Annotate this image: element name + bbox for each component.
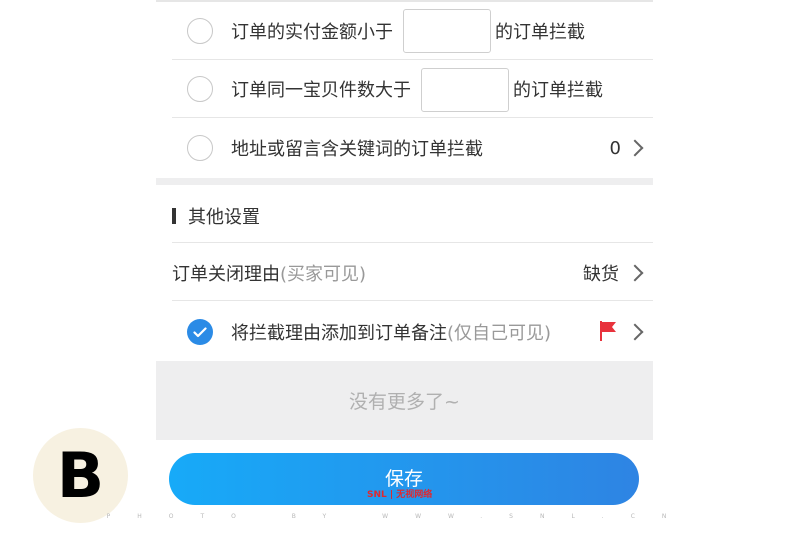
section-bar	[172, 208, 176, 224]
add-note-checkbox[interactable]	[187, 319, 213, 345]
section-title: 其他设置	[188, 207, 260, 228]
rule-quantity-radio[interactable]	[187, 76, 213, 102]
rule-keyword-label: 地址或留言含关键词的订单拦截	[231, 139, 483, 160]
close-reason-value: 缺货	[583, 264, 619, 285]
chevron-right-icon	[626, 139, 644, 157]
photo-credit: PHOTO BY WWW.SNL.CN	[106, 513, 694, 520]
rule-keyword-count: 0	[609, 137, 621, 159]
add-note-label: 将拦截理由添加到订单备注(仅自己可见)	[231, 323, 552, 344]
checkmark-icon	[193, 326, 207, 337]
rule-quantity-prefix: 订单同一宝贝件数大于	[231, 80, 411, 101]
add-note-row[interactable]: 将拦截理由添加到订单备注(仅自己可见)	[156, 301, 653, 361]
section-separator	[156, 178, 653, 185]
rule-keyword-radio[interactable]	[187, 135, 213, 161]
rule-amount-input[interactable]	[403, 9, 491, 53]
rule-quantity-row[interactable]: 订单同一宝贝件数大于 的订单拦截	[156, 60, 653, 118]
rule-amount-prefix: 订单的实付金额小于	[231, 22, 393, 43]
close-reason-label: 订单关闭理由(买家可见)	[172, 264, 367, 285]
no-more-area: 没有更多了~	[156, 361, 653, 440]
flag-icon	[599, 320, 617, 346]
chevron-right-icon	[626, 264, 644, 282]
rule-quantity-suffix: 的订单拦截	[513, 80, 603, 101]
no-more-text: 没有更多了~	[349, 391, 460, 413]
watermark-logo: SNL | 无视网络	[367, 490, 433, 500]
rule-amount-suffix: 的订单拦截	[495, 22, 585, 43]
rule-amount-row[interactable]: 订单的实付金额小于 的订单拦截	[156, 2, 653, 60]
chevron-right-icon	[626, 323, 644, 341]
close-reason-row[interactable]: 订单关闭理由(买家可见) 缺货	[156, 243, 653, 301]
other-settings-header: 其他设置	[156, 185, 653, 243]
option-badge: B	[33, 428, 128, 523]
rule-quantity-input[interactable]	[421, 68, 509, 112]
rule-keyword-row[interactable]: 地址或留言含关键词的订单拦截 0	[156, 118, 653, 178]
rule-amount-radio[interactable]	[187, 18, 213, 44]
